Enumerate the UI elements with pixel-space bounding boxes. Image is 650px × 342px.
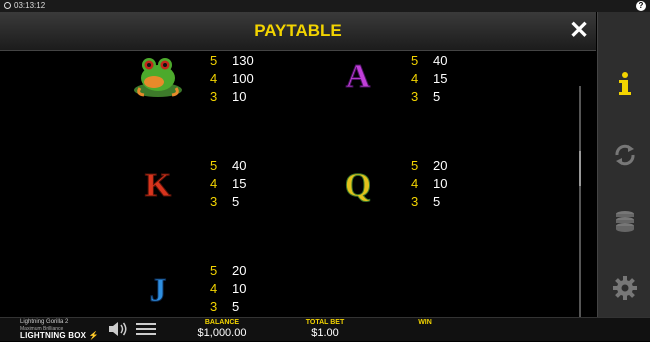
autoplay-button[interactable] — [598, 135, 650, 175]
bet-coins-icon — [615, 211, 634, 232]
pay-list: 5 40 4 15 35 — [411, 52, 447, 106]
clock: 03:13:12 — [4, 1, 45, 10]
pay-row: 5 130 — [210, 53, 254, 68]
pay-row: 4 15 — [210, 176, 247, 191]
close-button[interactable]: ✕ — [566, 18, 592, 44]
menu-button[interactable] — [136, 323, 156, 338]
pay-row: 35 — [210, 299, 240, 314]
close-icon: ✕ — [568, 17, 590, 44]
letter-k-symbol-icon: K — [144, 167, 172, 204]
letter-j-symbol-icon: J — [149, 272, 167, 309]
autoplay-icon — [614, 144, 635, 166]
total-bet-label: TOTAL BET — [305, 319, 345, 326]
scrollbar-thumb[interactable] — [579, 151, 581, 186]
pay-row: 35 — [411, 194, 441, 209]
brand-logo: LIGHTNING BOX ⚡ — [20, 331, 99, 340]
letter-a-symbol-icon: A — [345, 58, 371, 95]
lightning-bolt-icon: ⚡ — [86, 331, 99, 340]
pay-row: 4 10 — [210, 281, 247, 296]
paytable-header: PAYTABLE ✕ — [0, 12, 596, 51]
pay-row: 4 100 — [210, 71, 254, 86]
letter-q-symbol-icon: Q — [344, 167, 372, 204]
paytable-content[interactable]: 5 130 4 100 3 10 A 5 40 4 15 35 K 5 40 4 15 35 … — [0, 51, 596, 321]
sound-button[interactable] — [108, 321, 128, 342]
pay-row: 5 40 — [411, 53, 448, 68]
balance-value: $1,000.00 — [197, 327, 247, 339]
pay-row: 5 40 — [210, 158, 247, 173]
pay-row: 5 20 — [210, 263, 247, 278]
pay-list: 5 40 4 15 35 — [210, 157, 246, 211]
clock-icon — [4, 2, 11, 9]
game-name: Lightning Gorilla 2 — [20, 319, 69, 325]
speaker-icon — [109, 322, 127, 336]
settings-gear-icon — [612, 276, 637, 300]
info-icon — [618, 72, 631, 95]
total-bet-value: $1.00 — [311, 327, 339, 339]
pay-row: 3 10 — [210, 89, 247, 104]
scrollbar[interactable] — [579, 86, 581, 321]
info-button[interactable] — [598, 64, 650, 104]
frog-symbol-icon — [130, 51, 186, 99]
page-title: PAYTABLE — [254, 21, 342, 40]
pay-row: 35 — [210, 194, 240, 209]
settings-button[interactable] — [598, 268, 650, 308]
win-label: WIN — [418, 319, 432, 326]
sidebar — [597, 12, 650, 317]
pay-list: 5 20 4 10 35 — [411, 157, 447, 211]
pay-row: 5 20 — [411, 158, 448, 173]
pay-row: 35 — [411, 89, 441, 104]
status-bar: 03:13:12 ? — [0, 0, 650, 12]
pay-list: 5 20 4 10 35 — [210, 262, 246, 316]
clock-time: 03:13:12 — [14, 1, 46, 10]
pay-row: 4 10 — [411, 176, 448, 191]
balance-label: BALANCE — [204, 319, 240, 326]
pay-row: 4 15 — [411, 71, 448, 86]
bet-button[interactable] — [598, 201, 650, 241]
help-icon[interactable]: ? — [636, 1, 646, 11]
menu-icon — [136, 323, 156, 325]
pay-list: 5 130 4 100 3 10 — [210, 52, 254, 106]
game-footer: Lightning Gorilla 2 Maximum Brilliance L… — [0, 317, 650, 341]
